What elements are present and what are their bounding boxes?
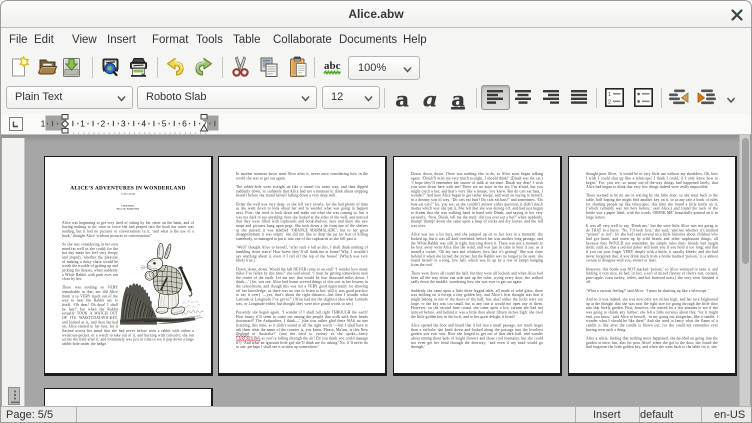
svg-text:1: 1: [608, 92, 611, 98]
svg-text:3: 3: [121, 119, 126, 129]
svg-text:1: 1: [80, 119, 85, 129]
svg-text:4: 4: [141, 119, 146, 129]
svg-text:5: 5: [162, 119, 167, 129]
svg-text:abc: abc: [324, 60, 341, 72]
svg-text:1: 1: [41, 119, 46, 129]
svg-text:2: 2: [608, 100, 611, 106]
svg-text:2: 2: [101, 119, 106, 129]
svg-text:6: 6: [182, 119, 187, 129]
